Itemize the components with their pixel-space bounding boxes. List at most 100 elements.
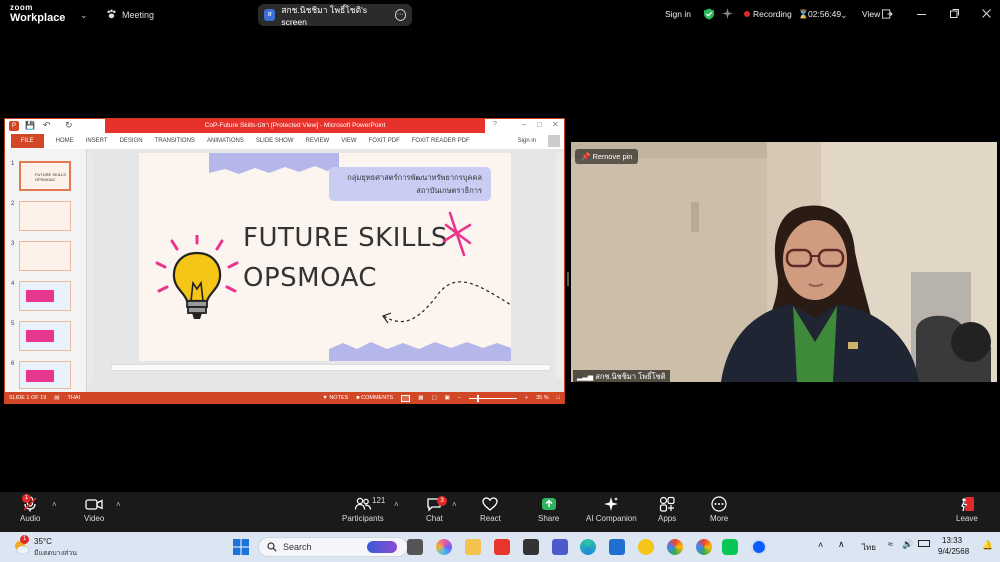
meeting-menu[interactable]: Meeting bbox=[106, 9, 154, 20]
zoom-app-icon[interactable] bbox=[751, 539, 767, 555]
language-label[interactable]: THAI bbox=[68, 395, 81, 401]
more-button[interactable]: More bbox=[710, 496, 728, 523]
chrome-icon[interactable] bbox=[667, 539, 683, 555]
edge-browser-icon[interactable] bbox=[580, 539, 596, 555]
battery-icon[interactable] bbox=[918, 540, 930, 547]
apps-button[interactable]: Apps bbox=[658, 496, 676, 523]
tab-review[interactable]: REVIEW bbox=[306, 138, 330, 144]
slide-thumbnail-6[interactable] bbox=[19, 361, 71, 389]
sparkle-icon[interactable] bbox=[722, 8, 733, 19]
zoom-level[interactable]: 35 % bbox=[536, 395, 549, 401]
video-button[interactable]: Video bbox=[84, 496, 104, 523]
close-icon[interactable]: ✕ bbox=[552, 120, 559, 129]
redo-icon[interactable]: ↻ bbox=[65, 120, 73, 131]
undo-icon[interactable]: ↶ bbox=[43, 120, 51, 131]
tab-view[interactable]: VIEW bbox=[341, 138, 356, 144]
teams-icon[interactable] bbox=[552, 539, 568, 555]
view-menu[interactable]: View bbox=[862, 9, 880, 19]
tab-slide-show[interactable]: SLIDE SHOW bbox=[256, 138, 294, 144]
close-icon[interactable] bbox=[982, 9, 991, 18]
clock-time[interactable]: 13:33 bbox=[942, 536, 962, 545]
notes-button[interactable]: ▼ NOTES bbox=[322, 395, 348, 401]
screen-share-pill[interactable]: ส สกช.นิชชิมา โพธิ์โชติ's screen ··· bbox=[258, 4, 412, 27]
slide-thumbnail-3[interactable] bbox=[19, 241, 71, 271]
participants-options-chevron-icon[interactable]: ˄ bbox=[394, 500, 399, 509]
fit-slide-icon[interactable]: □ bbox=[557, 395, 560, 401]
wifi-icon[interactable]: ≈ bbox=[888, 539, 893, 549]
organization-tag: กลุ่มยุทธศาสตร์การพัฒนาทรัพยากรบุคคล สถา… bbox=[329, 167, 491, 201]
tab-foxit-pdf[interactable]: FOXIT PDF bbox=[369, 138, 400, 144]
video-options-chevron-icon[interactable]: ˄ bbox=[116, 500, 121, 509]
avatar[interactable] bbox=[548, 135, 560, 147]
task-view-icon[interactable] bbox=[407, 539, 423, 555]
maximize-icon[interactable]: □ bbox=[537, 120, 542, 129]
proofing-icon[interactable]: ▤ bbox=[54, 395, 59, 401]
vertical-scrollbar[interactable] bbox=[556, 153, 563, 378]
input-language-indicator[interactable]: ไทย bbox=[862, 541, 876, 554]
line-app-icon[interactable] bbox=[722, 539, 738, 555]
ppt-signin-link[interactable]: Sign in bbox=[518, 138, 536, 144]
weather-description[interactable]: มีแดดบางส่วน bbox=[34, 548, 77, 559]
chevron-down-icon[interactable]: ⌄ bbox=[840, 10, 848, 21]
zoom-in-icon[interactable]: + bbox=[525, 395, 528, 401]
signin-link[interactable]: Sign in bbox=[665, 9, 691, 19]
windows-start-icon[interactable] bbox=[233, 539, 249, 555]
slide-thumbnail-2[interactable] bbox=[19, 201, 71, 231]
tab-file[interactable]: FILE bbox=[11, 134, 44, 148]
tab-foxit-reader-pdf[interactable]: FOXIT READER PDF bbox=[412, 138, 470, 144]
reading-view-icon[interactable]: ▢ bbox=[431, 395, 436, 401]
minimize-icon[interactable] bbox=[917, 14, 926, 15]
microsoft-store-icon[interactable] bbox=[609, 539, 625, 555]
copilot-icon[interactable] bbox=[436, 539, 452, 555]
chrome-profile-icon[interactable] bbox=[696, 539, 712, 555]
slide-canvas[interactable]: กลุ่มยุทธศาสตร์การพัฒนาทรัพยากรบุคคล สถา… bbox=[139, 153, 511, 361]
remove-pin-button[interactable]: 📌 Remove pin bbox=[575, 149, 639, 164]
file-explorer-icon[interactable] bbox=[465, 539, 481, 555]
taskbar-search-box[interactable]: Search bbox=[258, 537, 408, 557]
normal-view-icon[interactable] bbox=[401, 394, 411, 402]
slide-thumbnail-pane[interactable]: 1 FUTURE SKILLS OPSMOAC 2 3 4 5 6 bbox=[5, 149, 87, 392]
weather-temperature[interactable]: 35°C bbox=[34, 537, 52, 546]
save-icon[interactable]: 💾 bbox=[25, 121, 35, 130]
tab-animations[interactable]: ANIMATIONS bbox=[207, 138, 244, 144]
comments-button[interactable]: ■ COMMENTS bbox=[356, 395, 393, 401]
minimize-icon[interactable]: – bbox=[522, 120, 526, 129]
app-icon-red[interactable] bbox=[494, 539, 510, 555]
share-screen-button[interactable]: Share bbox=[538, 496, 559, 523]
chevron-down-icon[interactable]: ⌄ bbox=[80, 10, 88, 21]
zoom-slider[interactable] bbox=[468, 394, 517, 402]
participant-video-tile[interactable]: 📌 Remove pin ▂▃▅ สกช.นิชชิมา โพธิ์โชติ bbox=[571, 142, 997, 382]
clock-date[interactable]: 9/4/2568 bbox=[938, 547, 969, 556]
ai-companion-button[interactable]: AI Companion bbox=[586, 496, 637, 523]
restore-icon[interactable] bbox=[950, 9, 959, 18]
calendar-app-icon[interactable] bbox=[523, 539, 539, 555]
slideshow-icon[interactable]: ▣ bbox=[445, 395, 450, 401]
audio-options-chevron-icon[interactable]: ˄ bbox=[52, 500, 57, 509]
shield-check-icon[interactable] bbox=[703, 8, 715, 20]
slide-thumbnail-1[interactable]: FUTURE SKILLS OPSMOAC bbox=[19, 161, 71, 191]
notifications-bell-icon[interactable]: 🔔 bbox=[982, 540, 993, 551]
help-icon[interactable]: ? bbox=[493, 121, 497, 128]
speaker-icon[interactable]: 🔊 bbox=[902, 539, 913, 550]
shared-powerpoint-window[interactable]: P 💾 ↶ ↻ CoP-Future Skills-ปลา [Protected… bbox=[4, 118, 565, 404]
react-button[interactable]: React bbox=[480, 496, 501, 523]
tab-transitions[interactable]: TRANSITIONS bbox=[155, 138, 195, 144]
exit-fullscreen-icon[interactable] bbox=[882, 9, 893, 19]
slide-thumbnail-4[interactable] bbox=[19, 281, 71, 311]
split-resize-handle[interactable] bbox=[567, 272, 569, 286]
app-icon-yellow[interactable] bbox=[638, 539, 654, 555]
zoom-out-icon[interactable]: – bbox=[458, 395, 461, 401]
more-icon[interactable]: ··· bbox=[394, 9, 406, 21]
slide-thumbnail-5[interactable] bbox=[19, 321, 71, 351]
horizontal-scrollbar[interactable] bbox=[111, 364, 551, 371]
tab-design[interactable]: DESIGN bbox=[120, 138, 143, 144]
chat-options-chevron-icon[interactable]: ˄ bbox=[452, 500, 457, 509]
leave-button[interactable]: Leave bbox=[956, 496, 978, 523]
tab-home[interactable]: HOME bbox=[56, 138, 74, 144]
tray-expand-chevron-icon[interactable]: ˄ bbox=[818, 540, 823, 550]
slide-sorter-icon[interactable]: ▦ bbox=[418, 395, 423, 401]
tray-app-icon[interactable]: ∧ bbox=[838, 539, 845, 550]
tab-insert[interactable]: INSERT bbox=[86, 138, 108, 144]
thumbnail-scrollbar[interactable] bbox=[87, 153, 93, 383]
recording-label[interactable]: Recording bbox=[753, 9, 792, 19]
